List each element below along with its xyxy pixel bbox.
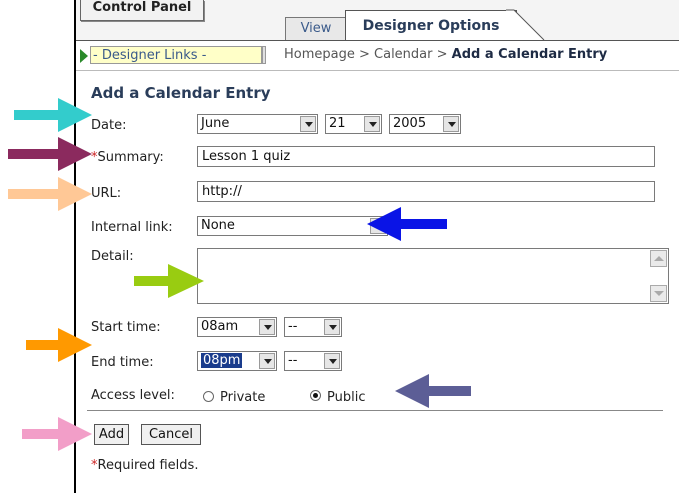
end-time-label: End time: (91, 355, 154, 370)
chevron-down-icon[interactable] (324, 353, 340, 369)
page-title: Add a Calendar Entry (91, 84, 271, 102)
end-minute-select[interactable]: -- (284, 351, 342, 371)
chevron-down-icon[interactable] (364, 116, 380, 132)
scroll-up-icon[interactable] (650, 250, 667, 267)
url-arrow (8, 177, 92, 211)
summary-arrow (8, 137, 92, 171)
internal-link-arrow (367, 207, 447, 241)
detail-textarea[interactable] (197, 248, 669, 304)
designer-links-select[interactable]: - Designer Links - (90, 46, 262, 64)
tab-designer-corner (506, 9, 545, 41)
chevron-down-icon[interactable] (443, 116, 459, 132)
form-divider (87, 410, 663, 411)
chevron-down-icon[interactable] (259, 353, 275, 369)
summary-input[interactable]: Lesson 1 quiz (197, 146, 655, 167)
start-minute-select[interactable]: -- (284, 317, 342, 337)
required-note: *Required fields. (91, 458, 198, 473)
date-label: Date: (91, 118, 127, 133)
internal-link-label: Internal link: (91, 220, 173, 235)
month-value: June (201, 116, 230, 131)
access-level-arrow (395, 374, 471, 408)
cancel-button[interactable]: Cancel (141, 424, 201, 445)
summary-label: *Summary: (91, 150, 164, 165)
end-hour-select[interactable]: 08pm (197, 351, 277, 371)
month-select[interactable]: June (197, 114, 318, 134)
internal-link-select[interactable]: None (197, 216, 388, 236)
end-hour-value: 08pm (201, 353, 243, 368)
start-hour-select[interactable]: 08am (197, 317, 277, 337)
public-radio-label[interactable]: Public (327, 390, 365, 405)
url-label: URL: (91, 186, 122, 201)
breadcrumb: Homepage > Calendar > Add a Calendar Ent… (284, 47, 607, 62)
internal-link-value: None (201, 218, 235, 233)
chevron-down-icon[interactable] (324, 319, 340, 335)
chevron-down-icon[interactable] (259, 319, 275, 335)
scroll-down-icon[interactable] (650, 285, 667, 302)
breadcrumb-calendar[interactable]: Calendar (374, 47, 432, 62)
add-button[interactable]: Add (94, 424, 129, 445)
add-button-arrow (22, 417, 92, 451)
year-select[interactable]: 2005 (389, 114, 461, 134)
chevron-down-icon[interactable] (300, 116, 316, 132)
time-arrow (26, 328, 92, 362)
public-radio[interactable] (310, 390, 321, 401)
play-arrow-icon (80, 49, 88, 63)
year-value: 2005 (393, 116, 427, 131)
end-minute-value: -- (288, 353, 298, 368)
day-value: 21 (329, 116, 346, 131)
start-minute-value: -- (288, 319, 298, 334)
private-radio[interactable] (203, 391, 214, 402)
start-hour-value: 08am (201, 319, 239, 334)
designer-links-select-edge (262, 46, 266, 64)
breadcrumb-homepage[interactable]: Homepage (284, 47, 355, 62)
summary-label-text: Summary: (97, 150, 164, 165)
required-note-text: Required fields. (97, 458, 199, 473)
detail-label: Detail: (91, 249, 134, 264)
tab-designer-options[interactable]: Designer Options (345, 10, 517, 41)
tab-view[interactable]: View (285, 17, 347, 40)
start-time-label: Start time: (91, 320, 161, 335)
access-level-label: Access level: (91, 388, 175, 403)
url-input[interactable]: http:// (197, 181, 655, 202)
breadcrumb-current: Add a Calendar Entry (451, 47, 608, 62)
day-select[interactable]: 21 (325, 114, 382, 134)
detail-arrow (134, 264, 204, 298)
date-arrow (14, 98, 92, 132)
nav-bar-divider (76, 70, 679, 71)
private-radio-label[interactable]: Private (220, 390, 265, 405)
control-panel-button[interactable]: Control Panel (80, 0, 204, 21)
breadcrumb-separator: > (432, 47, 452, 62)
breadcrumb-separator: > (354, 47, 375, 62)
